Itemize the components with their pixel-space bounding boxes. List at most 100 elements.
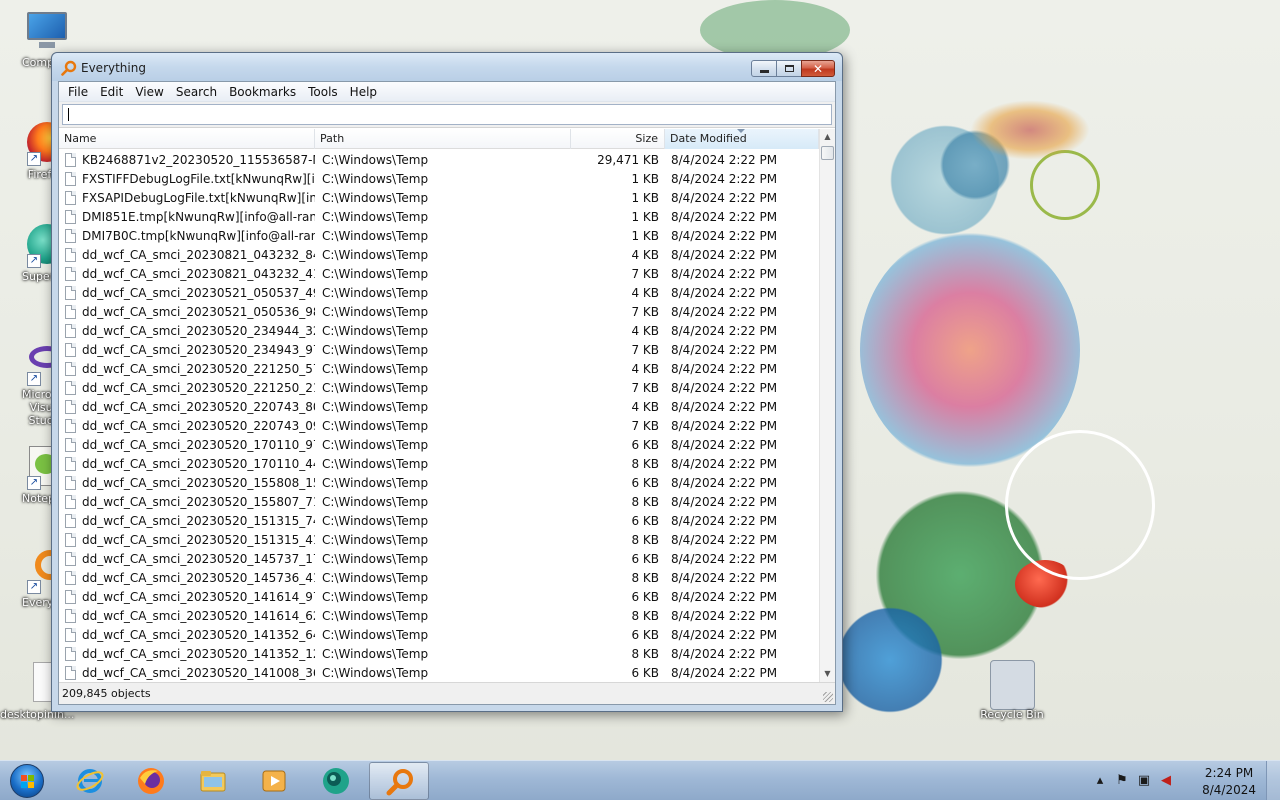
file-date-modified: 8/4/2024 2:22 PM bbox=[671, 342, 778, 357]
file-size: 7 KB bbox=[631, 304, 659, 319]
file-name: dd_wcf_CA_smci_20230520_234944_329.txt..… bbox=[82, 323, 315, 338]
file-path: C:\Windows\Temp bbox=[322, 399, 429, 414]
table-row[interactable]: dd_wcf_CA_smci_20230521_050536_983.txt..… bbox=[59, 302, 819, 321]
table-row[interactable]: dd_wcf_CA_smci_20230520_141352_644.txt..… bbox=[59, 625, 819, 644]
results-list[interactable]: Name Path Size Date Modified KB2468871v2… bbox=[59, 129, 835, 682]
table-row[interactable]: DMI851E.tmp[kNwunqRw][info@all-ranso... C… bbox=[59, 207, 819, 226]
table-row[interactable]: dd_wcf_CA_smci_20230520_221250_218.txt..… bbox=[59, 378, 819, 397]
table-row[interactable]: dd_wcf_CA_smci_20230520_170110_974.txt..… bbox=[59, 435, 819, 454]
menu-help[interactable]: Help bbox=[344, 85, 383, 99]
table-row[interactable]: dd_wcf_CA_smci_20230520_234944_329.txt..… bbox=[59, 321, 819, 340]
table-row[interactable]: dd_wcf_CA_smci_20230520_141352_128.txt..… bbox=[59, 644, 819, 663]
start-button[interactable] bbox=[4, 762, 50, 800]
file-path: C:\Windows\Temp bbox=[322, 304, 429, 319]
everything-window[interactable]: Everything ✕ File Edit View Search Bookm… bbox=[51, 52, 843, 712]
minimize-button[interactable] bbox=[751, 60, 777, 77]
title-bar[interactable]: Everything ✕ bbox=[52, 53, 842, 81]
close-button[interactable]: ✕ bbox=[801, 60, 835, 77]
menu-edit[interactable]: Edit bbox=[94, 85, 129, 99]
vertical-scrollbar[interactable]: ▲ ▼ bbox=[819, 129, 835, 682]
maximize-button[interactable] bbox=[776, 60, 802, 77]
file-icon bbox=[65, 589, 76, 604]
table-row[interactable]: dd_wcf_CA_smci_20230520_151315_414.txt..… bbox=[59, 530, 819, 549]
menu-bookmarks[interactable]: Bookmarks bbox=[223, 85, 302, 99]
search-row bbox=[59, 102, 835, 128]
cell-name: dd_wcf_CA_smci_20230520_155808_150.txt..… bbox=[59, 475, 315, 490]
file-date-modified: 8/4/2024 2:22 PM bbox=[671, 152, 778, 167]
file-date-modified: 8/4/2024 2:22 PM bbox=[671, 361, 778, 376]
table-row[interactable]: FXSAPIDebugLogFile.txt[kNwunqRw][info...… bbox=[59, 188, 819, 207]
column-header-size[interactable]: Size bbox=[571, 129, 665, 149]
table-row[interactable]: dd_wcf_CA_smci_20230521_050537_499.txt..… bbox=[59, 283, 819, 302]
table-row[interactable]: dd_wcf_CA_smci_20230520_141614_972.txt..… bbox=[59, 587, 819, 606]
file-size: 29,471 KB bbox=[597, 152, 659, 167]
recycle-bin-label[interactable]: Recycle Bin bbox=[967, 708, 1057, 721]
windows-logo-icon bbox=[10, 764, 44, 798]
table-row[interactable]: dd_wcf_CA_smci_20230520_141008_363.txt..… bbox=[59, 663, 819, 682]
scroll-up-icon[interactable]: ▲ bbox=[820, 129, 835, 145]
table-row[interactable]: dd_wcf_CA_smci_20230520_221250_577.txt..… bbox=[59, 359, 819, 378]
table-row[interactable]: DMI7B0C.tmp[kNwunqRw][info@all-rans... C:… bbox=[59, 226, 819, 245]
taskbar-supermium[interactable] bbox=[306, 762, 366, 800]
scroll-down-icon[interactable]: ▼ bbox=[820, 666, 835, 682]
table-row[interactable]: dd_wcf_CA_smci_20230520_220743_090.txt..… bbox=[59, 416, 819, 435]
table-row[interactable]: dd_wcf_CA_smci_20230821_043232_848.txt..… bbox=[59, 245, 819, 264]
resize-grip[interactable] bbox=[823, 692, 833, 702]
everything-icon bbox=[61, 60, 77, 76]
search-input[interactable] bbox=[62, 104, 832, 125]
menu-file[interactable]: File bbox=[62, 85, 94, 99]
file-size: 8 KB bbox=[631, 646, 659, 661]
clock[interactable]: 2:24 PM 8/4/2024 bbox=[1202, 765, 1256, 799]
file-icon bbox=[65, 456, 76, 471]
file-date-modified: 8/4/2024 2:22 PM bbox=[671, 323, 778, 338]
file-icon bbox=[65, 380, 76, 395]
file-path: C:\Windows\Temp bbox=[322, 437, 429, 452]
file-name: dd_wcf_CA_smci_20230520_141008_363.txt..… bbox=[82, 665, 315, 680]
menu-tools[interactable]: Tools bbox=[302, 85, 344, 99]
file-date-modified: 8/4/2024 2:22 PM bbox=[671, 418, 778, 433]
table-row[interactable]: dd_wcf_CA_smci_20230520_151315_742.txt..… bbox=[59, 511, 819, 530]
file-icon bbox=[65, 570, 76, 585]
table-row[interactable]: dd_wcf_CA_smci_20230520_155807_713.txt..… bbox=[59, 492, 819, 511]
file-size: 4 KB bbox=[631, 361, 659, 376]
taskbar-firefox[interactable] bbox=[121, 762, 181, 800]
taskbar-media-player[interactable] bbox=[244, 762, 304, 800]
table-row[interactable]: dd_wcf_CA_smci_20230520_170110_443.txt..… bbox=[59, 454, 819, 473]
table-row[interactable]: dd_wcf_CA_smci_20230821_043232_410.txt..… bbox=[59, 264, 819, 283]
network-icon[interactable]: ▣ bbox=[1136, 773, 1152, 789]
menu-view[interactable]: View bbox=[129, 85, 169, 99]
file-name: dd_wcf_CA_smci_20230520_221250_577.txt..… bbox=[82, 361, 315, 376]
media-player-icon bbox=[262, 770, 286, 792]
computer-icon bbox=[13, 8, 67, 52]
folder-icon bbox=[200, 771, 226, 792]
scroll-thumb[interactable] bbox=[821, 146, 834, 160]
wallpaper-shape bbox=[700, 0, 850, 60]
column-header-date-modified[interactable]: Date Modified bbox=[665, 129, 819, 149]
table-row[interactable]: FXSTIFFDebugLogFile.txt[kNwunqRw][inf...… bbox=[59, 169, 819, 188]
volume-muted-icon[interactable]: ◀ bbox=[1158, 773, 1174, 789]
window-client-area: File Edit View Search Bookmarks Tools He… bbox=[58, 81, 836, 705]
taskbar-everything[interactable] bbox=[369, 762, 429, 800]
file-icon bbox=[65, 627, 76, 642]
table-row[interactable]: dd_wcf_CA_smci_20230520_145736_414.txt..… bbox=[59, 568, 819, 587]
action-center-flag-icon[interactable]: ⚑ bbox=[1114, 773, 1130, 789]
recycle-bin-icon[interactable] bbox=[990, 660, 1035, 710]
table-row[interactable]: dd_wcf_CA_smci_20230520_220743_809.txt..… bbox=[59, 397, 819, 416]
show-desktop-button[interactable] bbox=[1266, 761, 1280, 800]
table-row[interactable]: KB2468871v2_20230520_115536587-Micros...… bbox=[59, 150, 819, 169]
table-row[interactable]: dd_wcf_CA_smci_20230520_145737_179.txt..… bbox=[59, 549, 819, 568]
file-date-modified: 8/4/2024 2:22 PM bbox=[671, 456, 778, 471]
file-icon bbox=[65, 190, 76, 205]
table-row[interactable]: dd_wcf_CA_smci_20230520_141614_628.txt..… bbox=[59, 606, 819, 625]
file-name: dd_wcf_CA_smci_20230520_145736_414.txt..… bbox=[82, 570, 315, 585]
show-hidden-icons-icon[interactable]: ▴ bbox=[1092, 773, 1108, 789]
taskbar-internet-explorer[interactable] bbox=[60, 762, 120, 800]
cell-name: dd_wcf_CA_smci_20230520_141352_644.txt..… bbox=[59, 627, 315, 642]
taskbar-file-explorer[interactable] bbox=[183, 762, 243, 800]
table-row[interactable]: dd_wcf_CA_smci_20230520_155808_150.txt..… bbox=[59, 473, 819, 492]
column-header-path[interactable]: Path bbox=[315, 129, 571, 149]
column-header-name[interactable]: Name bbox=[59, 129, 315, 149]
menu-search[interactable]: Search bbox=[170, 85, 223, 99]
file-name: dd_wcf_CA_smci_20230520_141352_128.txt..… bbox=[82, 646, 315, 661]
table-row[interactable]: dd_wcf_CA_smci_20230520_234943_970.txt..… bbox=[59, 340, 819, 359]
